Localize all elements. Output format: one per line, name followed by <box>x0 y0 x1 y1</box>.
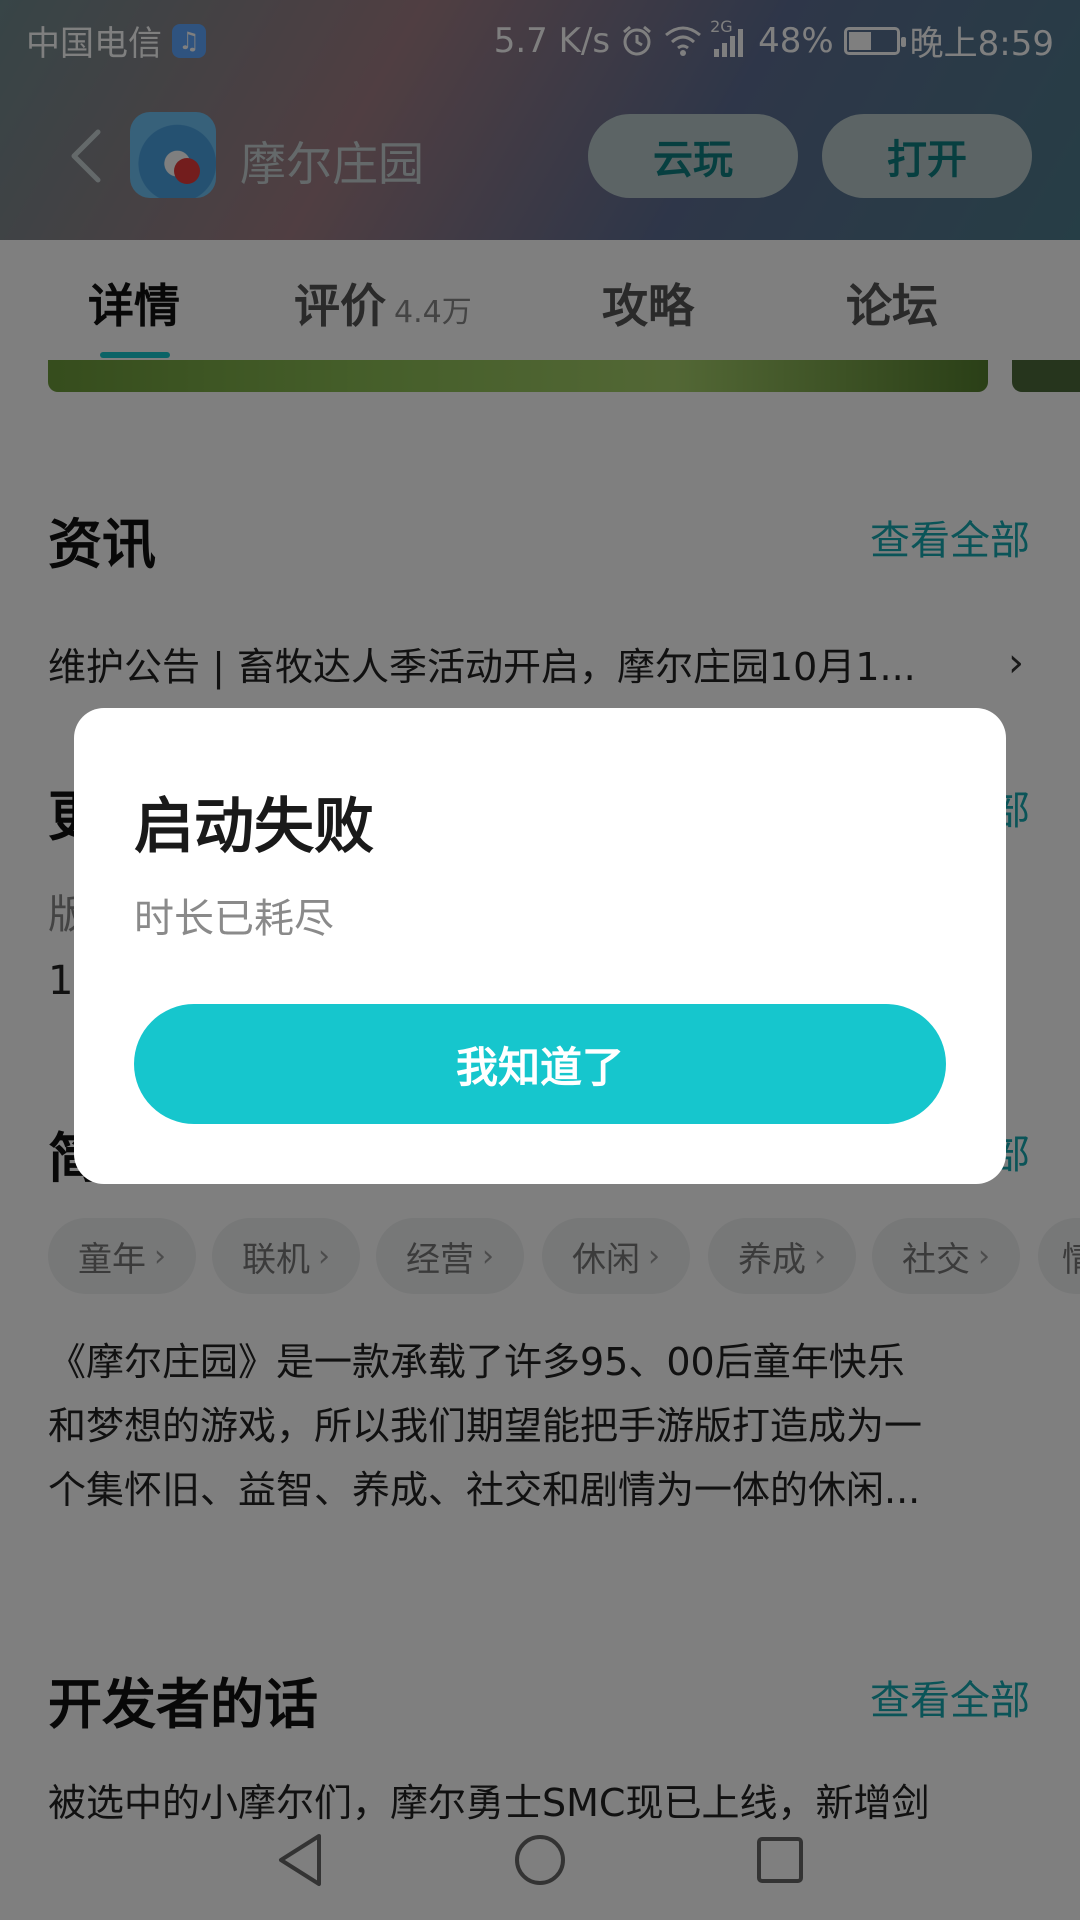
launch-failed-dialog: 启动失败 时长已耗尽 我知道了 <box>74 708 1006 1184</box>
system-nav-bar <box>0 1800 1080 1920</box>
got-it-button[interactable]: 我知道了 <box>134 1004 946 1124</box>
back-triangle-icon[interactable] <box>268 1828 332 1892</box>
dialog-title: 启动失败 <box>134 792 374 862</box>
recents-square-icon[interactable] <box>748 1828 812 1892</box>
home-circle-icon[interactable] <box>508 1828 572 1892</box>
dialog-message: 时长已耗尽 <box>134 896 334 942</box>
